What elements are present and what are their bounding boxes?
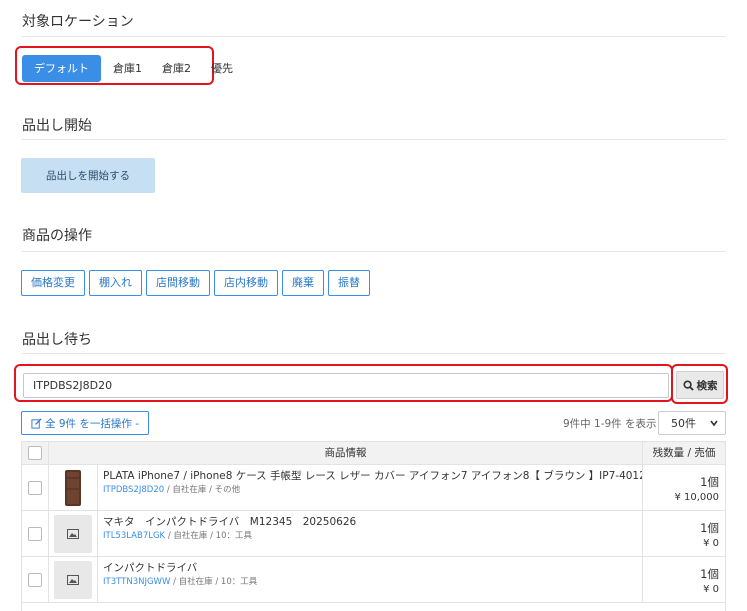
dispose-button[interactable]: 廃棄 [282, 270, 324, 296]
sale-price: ¥ 10,000 [674, 492, 719, 503]
phone-case-image [65, 469, 81, 506]
product-sku-link[interactable]: IT3TTN3NJGWW [103, 577, 170, 587]
store-transfer-button[interactable]: 店間移動 [146, 270, 210, 296]
table-row: PLATA iPhone7 / iPhone8 ケース 手帳型 レース レザー … [22, 465, 725, 511]
product-name: インパクトドライバ [103, 562, 198, 574]
select-all-checkbox[interactable] [28, 446, 42, 460]
header-product-info: 商品情報 [49, 442, 643, 464]
image-placeholder-icon [67, 528, 79, 539]
location-tabs: デフォルト 倉庫1 倉庫2 優先 [22, 55, 243, 82]
divider [22, 139, 726, 140]
section-title-start-picking: 品出し開始 [22, 118, 92, 134]
product-sku-link[interactable]: ITPDBS2J8D20 [103, 485, 164, 495]
remaining-qty: 1個 [700, 475, 719, 489]
search-button[interactable]: 検索 [676, 371, 724, 399]
reassign-button[interactable]: 振替 [328, 270, 370, 296]
divider [22, 36, 726, 37]
table-row: マキタ インパクトドライバ M12345 20250626 ITL53LAB7L… [22, 511, 725, 557]
in-store-move-button[interactable]: 店内移動 [214, 270, 278, 296]
table-header: 商品情報 残数量 / 売価 [22, 441, 725, 465]
picking-table: 商品情報 残数量 / 売価 PLATA iPhone7 / iPhone8 ケー… [21, 441, 726, 611]
product-name: PLATA iPhone7 / iPhone8 ケース 手帳型 レース レザー … [103, 470, 643, 482]
search-icon [682, 379, 694, 391]
row-checkbox[interactable] [28, 480, 42, 495]
header-qty-price: 残数量 / 売価 [652, 447, 716, 459]
table-row: インパクトドライバ IT3TTN3NJGWW / 自社在庫 / 10：工具 1個… [22, 557, 725, 603]
result-count: 9件中 1-9件 を表示 [563, 418, 657, 430]
product-meta: / 自社在庫 / その他 [164, 485, 241, 495]
divider [22, 251, 726, 252]
section-title-target-location: 対象ロケーション [22, 14, 134, 30]
section-title-waiting: 品出し待ち [22, 332, 92, 348]
per-page-select[interactable]: 50件 [658, 411, 726, 435]
price-change-button[interactable]: 価格変更 [21, 270, 85, 296]
product-thumbnail [49, 465, 98, 510]
remaining-qty: 1個 [700, 521, 719, 535]
start-picking-button[interactable]: 品出しを開始する [21, 158, 155, 193]
chevron-down-icon [710, 420, 718, 427]
bulk-operation-button[interactable]: 全 9件 を一括操作 - [21, 411, 149, 435]
sale-price: ¥ 0 [703, 584, 719, 595]
image-placeholder-icon [67, 574, 79, 585]
location-tab-warehouse2[interactable]: 倉庫2 [152, 55, 201, 82]
search-button-label: 検索 [696, 379, 718, 392]
location-tab-warehouse1[interactable]: 倉庫1 [101, 55, 152, 82]
product-op-buttons: 価格変更 棚入れ 店間移動 店内移動 廃棄 振替 [21, 270, 370, 296]
row-checkbox[interactable] [28, 572, 42, 587]
product-meta: / 自社在庫 / 10：工具 [170, 577, 258, 587]
search-input[interactable] [23, 373, 669, 398]
per-page-value: 50件 [671, 417, 696, 430]
product-meta: / 自社在庫 / 10：工具 [165, 531, 252, 541]
row-checkbox[interactable] [28, 526, 42, 541]
remaining-qty: 1個 [700, 567, 719, 581]
product-name: マキタ インパクトドライバ M12345 20250626 [103, 516, 357, 528]
product-sku-link[interactable]: ITL53LAB7LGK [103, 531, 165, 541]
location-tab-default[interactable]: デフォルト [22, 55, 101, 82]
sale-price: ¥ 0 [703, 538, 719, 549]
section-title-product-ops: 商品の操作 [22, 228, 92, 244]
divider [22, 353, 726, 354]
edit-icon [31, 417, 42, 429]
location-tab-priority[interactable]: 優先 [201, 55, 243, 82]
product-thumbnail [49, 557, 98, 602]
product-thumbnail [49, 511, 98, 556]
shelving-button[interactable]: 棚入れ [89, 270, 142, 296]
bulk-operation-label: 全 9件 を一括操作 - [45, 417, 139, 430]
